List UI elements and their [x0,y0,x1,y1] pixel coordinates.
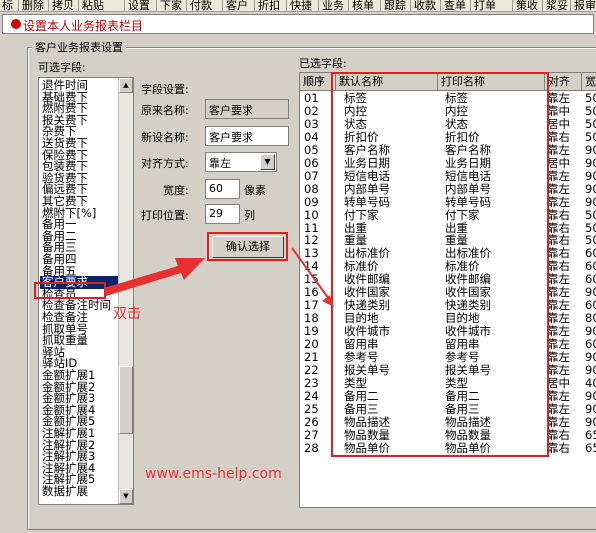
double-click-annotation: 双击 [113,306,141,322]
arrow-to-table-icon [291,247,334,307]
annotation-arrows [104,247,334,307]
watermark-text: www.ems-help.com [145,466,282,482]
arrow-to-confirm-icon [104,258,205,296]
